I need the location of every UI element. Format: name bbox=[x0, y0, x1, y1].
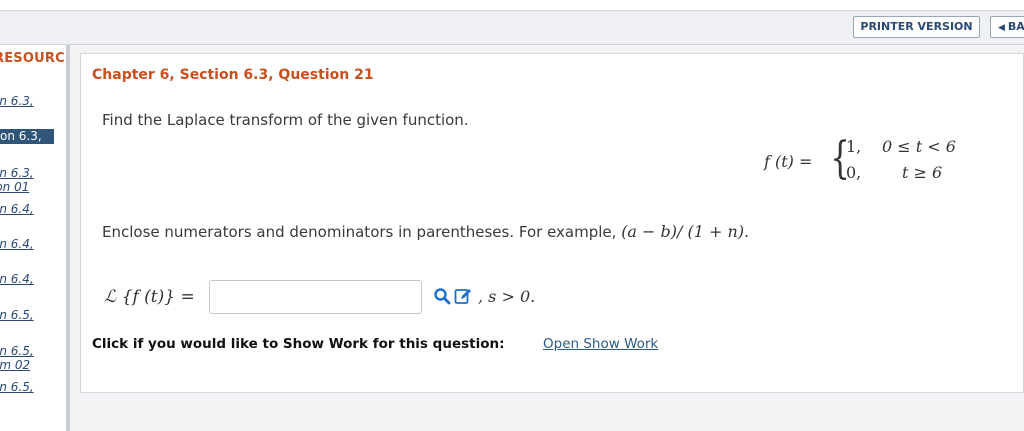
case-condition: t ≥ 6 bbox=[902, 163, 943, 182]
show-work-label: Click if you would like to Show Work for… bbox=[92, 336, 505, 352]
sidebar-item[interactable]: on 6.5, bbox=[0, 309, 34, 322]
printer-version-button[interactable]: PRINTER VERSION bbox=[853, 16, 980, 38]
instruction-text: Enclose numerators and denominators in p… bbox=[102, 223, 617, 241]
answer-instruction: Enclose numerators and denominators in p… bbox=[102, 222, 749, 241]
sidebar-item[interactable]: on 6.4, bbox=[0, 273, 34, 286]
function-case-2: 0, t ≥ 6 bbox=[846, 163, 942, 182]
sidebar-item[interactable]: on 6.3, bbox=[0, 167, 34, 180]
function-lhs: f (t) = bbox=[764, 152, 813, 171]
back-button-label: BACK bbox=[1007, 20, 1024, 33]
sidebar-item[interactable]: on 6.5, bbox=[0, 381, 34, 394]
sidebar-title: RESOURCES bbox=[0, 51, 66, 66]
sidebar-item[interactable]: on 6.3, bbox=[0, 95, 34, 108]
question-prompt: Find the Laplace transform of the given … bbox=[102, 111, 469, 129]
sidebar-item[interactable]: on 6.4, bbox=[0, 203, 34, 216]
piecewise-function: f (t) = { 1, 0 ≤ t < 6 0, t ≥ 6 bbox=[764, 134, 964, 190]
question-panel: Chapter 6, Section 6.3, Question 21 Find… bbox=[80, 53, 1024, 393]
sidebar: RESOURCES on 6.3, on 6.3, on 6.3, ion 01… bbox=[0, 45, 66, 431]
case-value: 1, bbox=[846, 137, 862, 156]
answer-suffix: , s > 0. bbox=[478, 287, 536, 306]
sidebar-item[interactable]: on 6.4, bbox=[0, 238, 34, 251]
search-icon[interactable] bbox=[433, 287, 451, 305]
case-value: 0, bbox=[846, 163, 862, 182]
question-title: Chapter 6, Section 6.3, Question 21 bbox=[92, 67, 374, 83]
answer-input[interactable] bbox=[209, 280, 422, 314]
instruction-example: (a − b)/ (1 + n). bbox=[621, 222, 750, 241]
toolbar: PRINTER VERSION ◀BACK bbox=[0, 11, 1024, 45]
sidebar-item-active[interactable]: on 6.3, bbox=[0, 129, 54, 144]
case-condition: 0 ≤ t < 6 bbox=[882, 137, 956, 156]
sidebar-item-subtitle[interactable]: em 02 bbox=[0, 359, 30, 372]
function-case-1: 1, 0 ≤ t < 6 bbox=[846, 137, 956, 156]
sidebar-item[interactable]: on 6.5, bbox=[0, 345, 34, 358]
top-band bbox=[0, 0, 1024, 11]
edit-icon[interactable] bbox=[454, 287, 472, 305]
back-button[interactable]: ◀BACK bbox=[990, 16, 1024, 38]
caret-left-icon: ◀ bbox=[998, 23, 1005, 33]
answer-label: ℒ {f (t)} = bbox=[104, 287, 195, 307]
sidebar-item-subtitle[interactable]: ion 01 bbox=[0, 181, 29, 194]
open-show-work-link[interactable]: Open Show Work bbox=[543, 336, 658, 352]
